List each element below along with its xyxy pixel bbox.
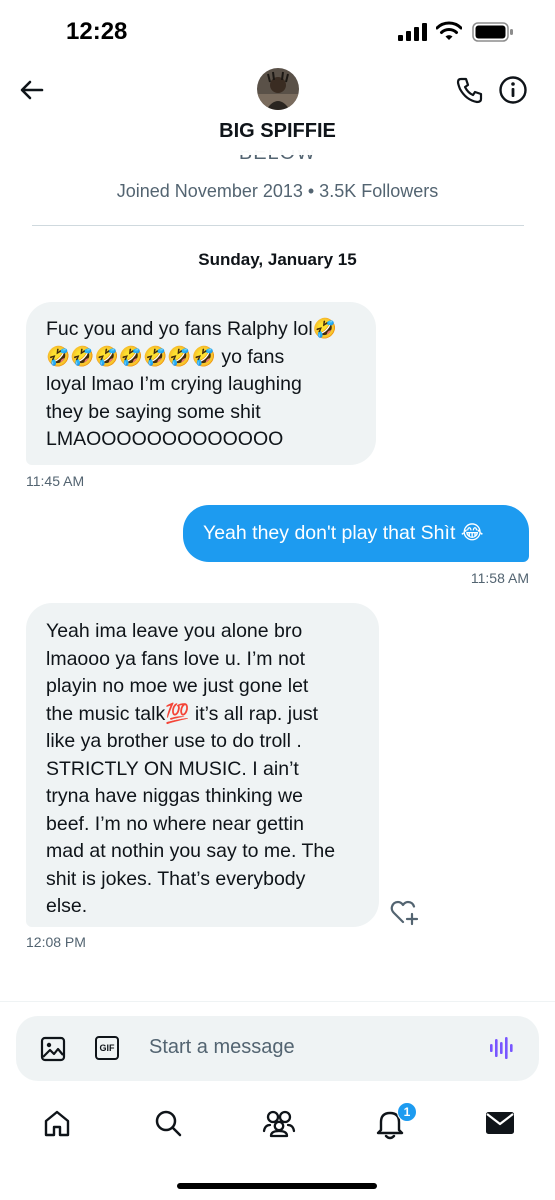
- message-timestamp: 11:58 AM: [470, 570, 529, 586]
- home-indicator: [177, 1183, 377, 1189]
- status-bar: 12:28: [0, 0, 555, 60]
- image-icon[interactable]: [40, 1036, 66, 1062]
- add-reaction-icon[interactable]: [390, 900, 420, 926]
- contact-name[interactable]: BIG SPIFFIE: [0, 120, 555, 143]
- notification-count-badge: 1: [397, 1102, 417, 1122]
- wifi-icon: [436, 21, 462, 40]
- info-icon[interactable]: [498, 75, 528, 105]
- message-line: lmaooo ya fans love u. I’m not: [46, 647, 306, 670]
- message-line: playin no moe we just gone let: [46, 675, 309, 697]
- message-line: Yeah they don't play that Shìt 😂: [203, 522, 484, 544]
- phone-icon[interactable]: [455, 75, 485, 105]
- joined-followers-text: Joined November 2013 • 3.5K Followers: [116, 181, 439, 201]
- message-timestamp: 11:45 AM: [26, 473, 85, 489]
- message-line: Yeah ima leave you alone bro: [46, 620, 303, 642]
- message-input[interactable]: Start a message: [149, 1036, 295, 1059]
- message-line: beef. I’m no where near gettin: [46, 812, 304, 835]
- avatar[interactable]: [257, 68, 299, 110]
- search-icon[interactable]: [153, 1108, 183, 1138]
- incoming-message-bubble[interactable]: Yeah ima leave you alone bro lmaooo ya f…: [26, 603, 379, 927]
- message-timestamp: 12:08 PM: [26, 934, 86, 950]
- message-line: the music talk💯 it’s all rap. just: [46, 702, 319, 725]
- message-composer[interactable]: GIF Start a message: [16, 1016, 539, 1081]
- signal-icon: [398, 23, 427, 41]
- message-line: else.: [46, 895, 88, 917]
- voice-message-icon[interactable]: [489, 1035, 515, 1061]
- message-line: tryna have niggas thinking we: [46, 785, 303, 807]
- home-icon[interactable]: [42, 1108, 72, 1138]
- gif-icon[interactable]: GIF: [95, 1036, 119, 1060]
- divider: [0, 1001, 555, 1002]
- divider: [32, 225, 524, 226]
- status-time: 12:28: [66, 18, 128, 45]
- message-line: STRICTLY ON MUSIC. I ain’t: [46, 757, 299, 780]
- communities-icon[interactable]: [262, 1108, 296, 1138]
- date-separator: Sunday, January 15: [198, 250, 357, 269]
- conversation-header: BIG SPIFFIE: [0, 60, 555, 155]
- messages-icon[interactable]: [485, 1108, 515, 1138]
- message-line: they be saying some shit: [46, 400, 261, 423]
- battery-icon: [472, 22, 513, 42]
- message-line: mad at nothin you say to me. The: [46, 840, 336, 862]
- message-line: like ya brother use to do troll .: [46, 730, 302, 752]
- back-arrow-icon[interactable]: [18, 76, 46, 104]
- outgoing-message-bubble[interactable]: Yeah they don't play that Shìt 😂: [183, 505, 529, 562]
- message-line: Fuc you and yo fans Ralphy lol🤣: [46, 318, 337, 340]
- message-line: shit is jokes. That’s everybody: [46, 867, 306, 890]
- incoming-message-bubble[interactable]: Fuc you and yo fans Ralphy lol🤣 🤣🤣🤣🤣🤣🤣🤣 …: [26, 302, 376, 465]
- message-line: LMAOOOOOOOOOOOOO: [46, 428, 284, 450]
- message-line: 🤣🤣🤣🤣🤣🤣🤣 yo fans: [46, 345, 285, 368]
- message-line: loyal lmao I’m crying laughing: [46, 373, 302, 395]
